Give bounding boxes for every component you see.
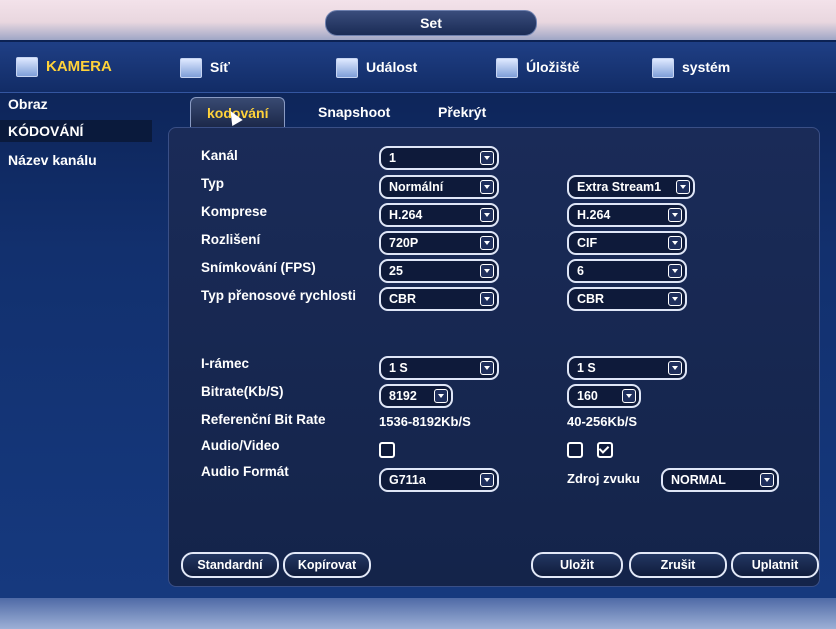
dvr-settings-screen: Set KAMERA Síť Událost Úložiště systém O… <box>0 0 836 629</box>
chevron-down-icon <box>668 264 682 278</box>
chevron-down-icon <box>480 361 494 375</box>
chevron-down-icon <box>480 151 494 165</box>
compression-main-select[interactable]: H.264 <box>379 203 499 227</box>
iframe-label: I-rámec <box>201 356 250 371</box>
nav-item-kamera[interactable]: KAMERA <box>16 52 112 82</box>
nav-label: Úložiště <box>526 59 580 75</box>
default-button[interactable]: Standardní <box>181 552 279 578</box>
storage-icon <box>496 58 518 79</box>
fps-main-select[interactable]: 25 <box>379 259 499 283</box>
camera-icon <box>16 57 38 78</box>
select-value: 8192 <box>389 389 417 403</box>
resolution-label: Rozlišení <box>201 232 261 247</box>
nav-label: systém <box>682 59 731 75</box>
nav-label: Síť <box>210 59 230 75</box>
nav-item-system[interactable]: systém <box>652 52 730 82</box>
system-icon <box>652 58 674 79</box>
save-button[interactable]: Uložit <box>531 552 623 578</box>
select-value: 25 <box>389 264 403 278</box>
select-value: Normální <box>389 180 444 194</box>
chevron-down-icon <box>480 236 494 250</box>
nav-item-udalost[interactable]: Událost <box>336 52 417 82</box>
chevron-down-icon <box>668 208 682 222</box>
type-label: Typ <box>201 176 224 191</box>
iframe-main-select[interactable]: 1 S <box>379 356 499 380</box>
event-icon <box>336 58 358 79</box>
nav-label: KAMERA <box>46 58 112 75</box>
select-value: Extra Stream1 <box>577 180 662 194</box>
chevron-down-icon <box>676 180 690 194</box>
select-value: NORMAL <box>671 473 726 487</box>
sidebar-item-nazev-kanalu[interactable]: Název kanálu <box>8 152 97 168</box>
chevron-down-icon <box>668 236 682 250</box>
chevron-down-icon <box>434 389 448 403</box>
select-value: H.264 <box>577 208 611 222</box>
select-value: 160 <box>577 389 598 403</box>
chevron-down-icon <box>480 208 494 222</box>
chevron-down-icon <box>480 292 494 306</box>
nav-item-uloziste[interactable]: Úložiště <box>496 52 580 82</box>
select-value: G711a <box>389 473 426 487</box>
ref-bitrate-label: Referenční Bit Rate <box>201 412 326 427</box>
select-value: 6 <box>577 264 584 278</box>
nav-item-sit[interactable]: Síť <box>180 52 230 82</box>
type-extra-select[interactable]: Extra Stream1 <box>567 175 695 199</box>
audio-source-select[interactable]: NORMAL <box>661 468 779 492</box>
network-icon <box>180 58 202 79</box>
compression-extra-select[interactable]: H.264 <box>567 203 687 227</box>
chevron-down-icon <box>480 180 494 194</box>
select-value: 1 S <box>389 361 408 375</box>
audio-format-label: Audio Formát <box>201 464 289 479</box>
audio-video-main-checkbox[interactable] <box>379 442 395 458</box>
tab-snapshoot[interactable]: Snapshoot <box>318 97 390 127</box>
audio-format-select[interactable]: G711a <box>379 468 499 492</box>
select-value: 1 S <box>577 361 596 375</box>
type-main-select[interactable]: Normální <box>379 175 499 199</box>
select-value: CBR <box>577 292 605 306</box>
bottom-bezel <box>0 598 836 629</box>
top-nav: KAMERA Síť Událost Úložiště systém <box>0 42 836 93</box>
bitrate-type-main-select[interactable]: CBR <box>379 287 499 311</box>
chevron-down-icon <box>668 292 682 306</box>
chevron-down-icon <box>480 264 494 278</box>
chevron-down-icon <box>480 473 494 487</box>
sidebar: Obraz KÓDOVÁNÍ Název kanálu <box>0 92 160 582</box>
channel-label: Kanál <box>201 148 238 163</box>
bitrate-type-extra-select[interactable]: CBR <box>567 287 687 311</box>
audio-extra-checkbox[interactable] <box>567 442 583 458</box>
select-value: H.264 <box>389 208 423 222</box>
cancel-button[interactable]: Zrušit <box>629 552 727 578</box>
tab-prekryt[interactable]: Překrýt <box>438 97 486 127</box>
chevron-down-icon <box>622 389 636 403</box>
apply-button[interactable]: Uplatnit <box>731 552 819 578</box>
ref-bitrate-main: 1536-8192Kb/S <box>379 414 471 429</box>
sidebar-item-kodovani[interactable]: KÓDOVÁNÍ <box>0 120 152 142</box>
compression-label: Komprese <box>201 204 268 219</box>
audio-source-label: Zdroj zvuku <box>567 471 640 486</box>
bitrate-main-select[interactable]: 8192 <box>379 384 453 408</box>
bitrate-label: Bitrate(Kb/S) <box>201 384 284 399</box>
select-value: CBR <box>389 292 417 306</box>
sidebar-item-obraz[interactable]: Obraz <box>8 96 48 112</box>
select-value: CIF <box>577 236 598 250</box>
chevron-down-icon <box>668 361 682 375</box>
channel-select[interactable]: 1 <box>379 146 499 170</box>
resolution-main-select[interactable]: 720P <box>379 231 499 255</box>
window-title: Set <box>325 10 537 36</box>
fps-label: Snímkování (FPS) <box>201 260 316 275</box>
ref-bitrate-extra: 40-256Kb/S <box>567 414 638 429</box>
select-value: 720P <box>389 236 419 250</box>
nav-label: Událost <box>366 59 418 75</box>
bitrate-extra-select[interactable]: 160 <box>567 384 641 408</box>
chevron-down-icon <box>760 473 774 487</box>
encoding-panel: Kanál Typ Komprese Rozlišení Snímkování … <box>168 127 820 587</box>
bitrate-type-label: Typ přenosové rychlosti <box>201 288 357 303</box>
select-value: 1 <box>389 151 396 165</box>
fps-extra-select[interactable]: 6 <box>567 259 687 283</box>
copy-button[interactable]: Kopírovat <box>283 552 371 578</box>
iframe-extra-select[interactable]: 1 S <box>567 356 687 380</box>
audio-video-label: Audio/Video <box>201 438 280 453</box>
resolution-extra-select[interactable]: CIF <box>567 231 687 255</box>
video-extra-checkbox[interactable] <box>597 442 613 458</box>
